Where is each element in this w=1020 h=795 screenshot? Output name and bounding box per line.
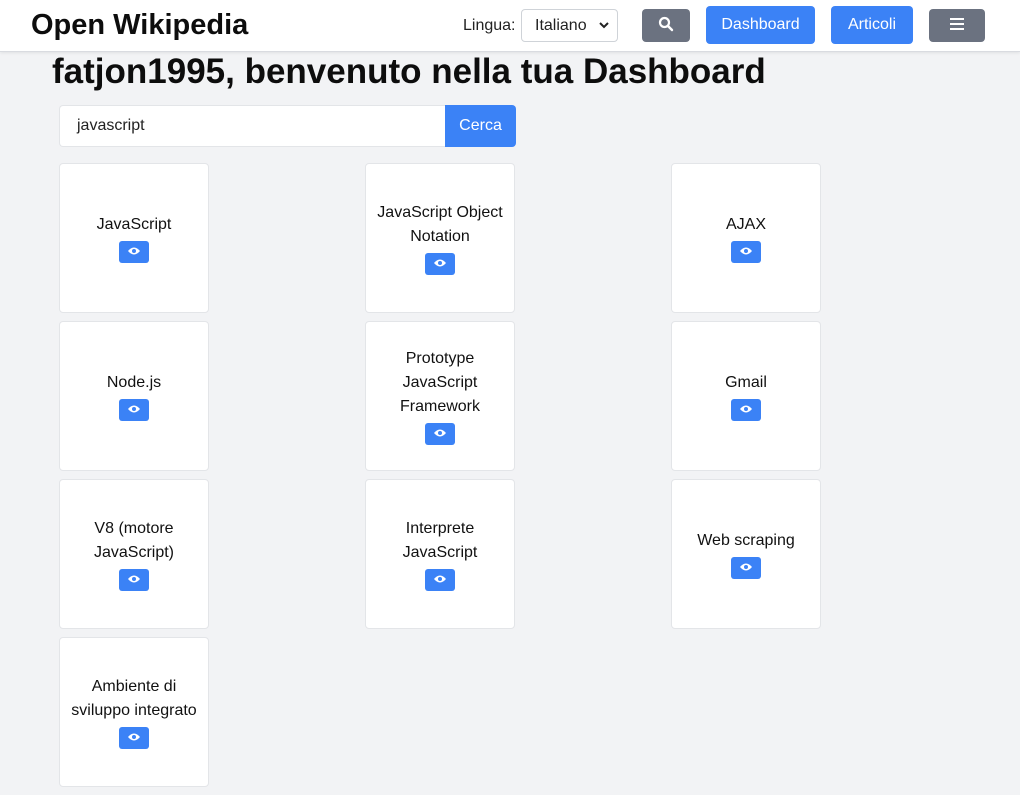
result-title: JavaScript Object Notation: [377, 204, 503, 245]
chevron-down-icon: [598, 10, 610, 52]
result-card: Web scraping: [671, 479, 821, 629]
eye-icon: [739, 559, 753, 577]
result-card: Gmail: [671, 321, 821, 471]
search-input[interactable]: javascript: [59, 105, 445, 147]
result-title: Prototype JavaScript Framework: [399, 350, 480, 415]
result-title: Web scraping: [697, 532, 795, 549]
view-button[interactable]: [425, 423, 455, 445]
eye-icon: [127, 571, 141, 589]
result-title: Gmail: [725, 374, 767, 391]
search-submit-button[interactable]: Cerca: [445, 105, 516, 147]
result-card: Prototype JavaScript Framework: [365, 321, 515, 471]
eye-icon: [433, 571, 447, 589]
search-icon: [658, 17, 674, 34]
language-selected-value: Italiano: [535, 17, 587, 34]
eye-icon: [433, 425, 447, 443]
view-button[interactable]: [425, 569, 455, 591]
result-card: Node.js: [59, 321, 209, 471]
result-title: Node.js: [106, 374, 162, 391]
view-button[interactable]: [731, 557, 761, 579]
view-button[interactable]: [119, 241, 149, 263]
eye-icon: [127, 401, 141, 419]
hamburger-menu-icon: [949, 17, 965, 34]
view-button[interactable]: [119, 727, 149, 749]
result-title: V8 (motore JavaScript): [93, 520, 175, 561]
result-title: JavaScript: [96, 216, 172, 233]
eye-icon: [127, 243, 141, 261]
menu-button[interactable]: [929, 9, 985, 42]
dashboard-button[interactable]: Dashboard: [706, 6, 815, 44]
result-title: Interprete JavaScript: [402, 520, 478, 561]
view-button[interactable]: [119, 569, 149, 591]
search-toggle-button[interactable]: [642, 9, 690, 42]
articles-button[interactable]: Articoli: [831, 6, 913, 44]
result-card: JavaScript Object Notation: [365, 163, 515, 313]
eye-icon: [433, 255, 447, 273]
result-card: V8 (motore JavaScript): [59, 479, 209, 629]
result-card: Interprete JavaScript: [365, 479, 515, 629]
view-button[interactable]: [119, 399, 149, 421]
result-card: Ambiente di sviluppo integrato: [59, 637, 209, 787]
language-label: Lingua:: [463, 17, 516, 34]
view-button[interactable]: [731, 399, 761, 421]
eye-icon: [127, 729, 141, 747]
result-title: AJAX: [725, 216, 766, 233]
view-button[interactable]: [425, 253, 455, 275]
eye-icon: [739, 401, 753, 419]
result-card: AJAX: [671, 163, 821, 313]
eye-icon: [739, 243, 753, 261]
page-title: fatjon1995, benvenuto nella tua Dashboar…: [52, 52, 766, 91]
language-select[interactable]: Italiano: [521, 9, 618, 42]
site-brand[interactable]: Open Wikipedia: [31, 9, 248, 42]
result-title: Ambiente di sviluppo integrato: [71, 678, 197, 719]
top-navbar: Open Wikipedia Lingua: Italiano Dashboar…: [0, 0, 1020, 52]
result-card: JavaScript: [59, 163, 209, 313]
view-button[interactable]: [731, 241, 761, 263]
